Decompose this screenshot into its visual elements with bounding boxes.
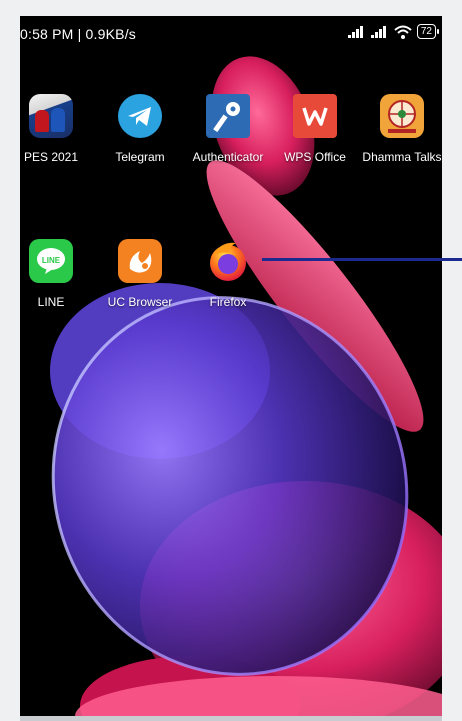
pointer-line [262, 258, 462, 261]
signal-icon-2 [370, 25, 386, 38]
wifi-icon [394, 25, 412, 39]
dhamma-talks-icon [380, 94, 424, 138]
app-telegram[interactable]: Telegram [96, 94, 184, 165]
app-dhamma-talks[interactable]: Dhamma Talks [358, 94, 442, 165]
app-label: Firefox [209, 295, 247, 309]
app-label: LINE [37, 295, 65, 309]
line-icon: LINE [29, 239, 73, 283]
app-label: WPS Office [284, 150, 346, 164]
app-label: PES 2021 [23, 150, 79, 164]
app-uc-browser[interactable]: UC Browser [96, 239, 184, 310]
app-label: Authenticator [192, 150, 264, 164]
status-icons: 72 [347, 24, 440, 39]
telegram-icon [118, 94, 162, 138]
status-time-speed: 0:58 PM | 0.9KB/s [20, 26, 136, 42]
pes-2021-icon [29, 94, 73, 138]
app-line[interactable]: LINE LINE [20, 239, 95, 310]
app-wps-office[interactable]: WPS Office [271, 94, 359, 165]
app-label: Telegram [115, 150, 165, 164]
firefox-icon [206, 239, 250, 283]
battery-icon: 72 [416, 24, 440, 39]
app-firefox[interactable]: Firefox [184, 239, 272, 310]
app-pes-2021[interactable]: PES 2021 [20, 94, 95, 165]
app-label: UC Browser [107, 295, 173, 309]
app-authenticator[interactable]: Authenticator [184, 94, 272, 165]
uc-browser-icon [118, 239, 162, 283]
phone-screen: 0:58 PM | 0.9KB/s 72 PES 2021 Telegram A… [20, 16, 442, 721]
app-label: Dhamma Talks [362, 150, 442, 164]
status-bar: 0:58 PM | 0.9KB/s 72 [20, 16, 442, 50]
authenticator-key-icon [206, 94, 250, 138]
signal-icon [347, 25, 363, 38]
svg-text:LINE: LINE [42, 256, 61, 265]
wps-office-icon [293, 94, 337, 138]
navigation-bar [20, 716, 442, 721]
